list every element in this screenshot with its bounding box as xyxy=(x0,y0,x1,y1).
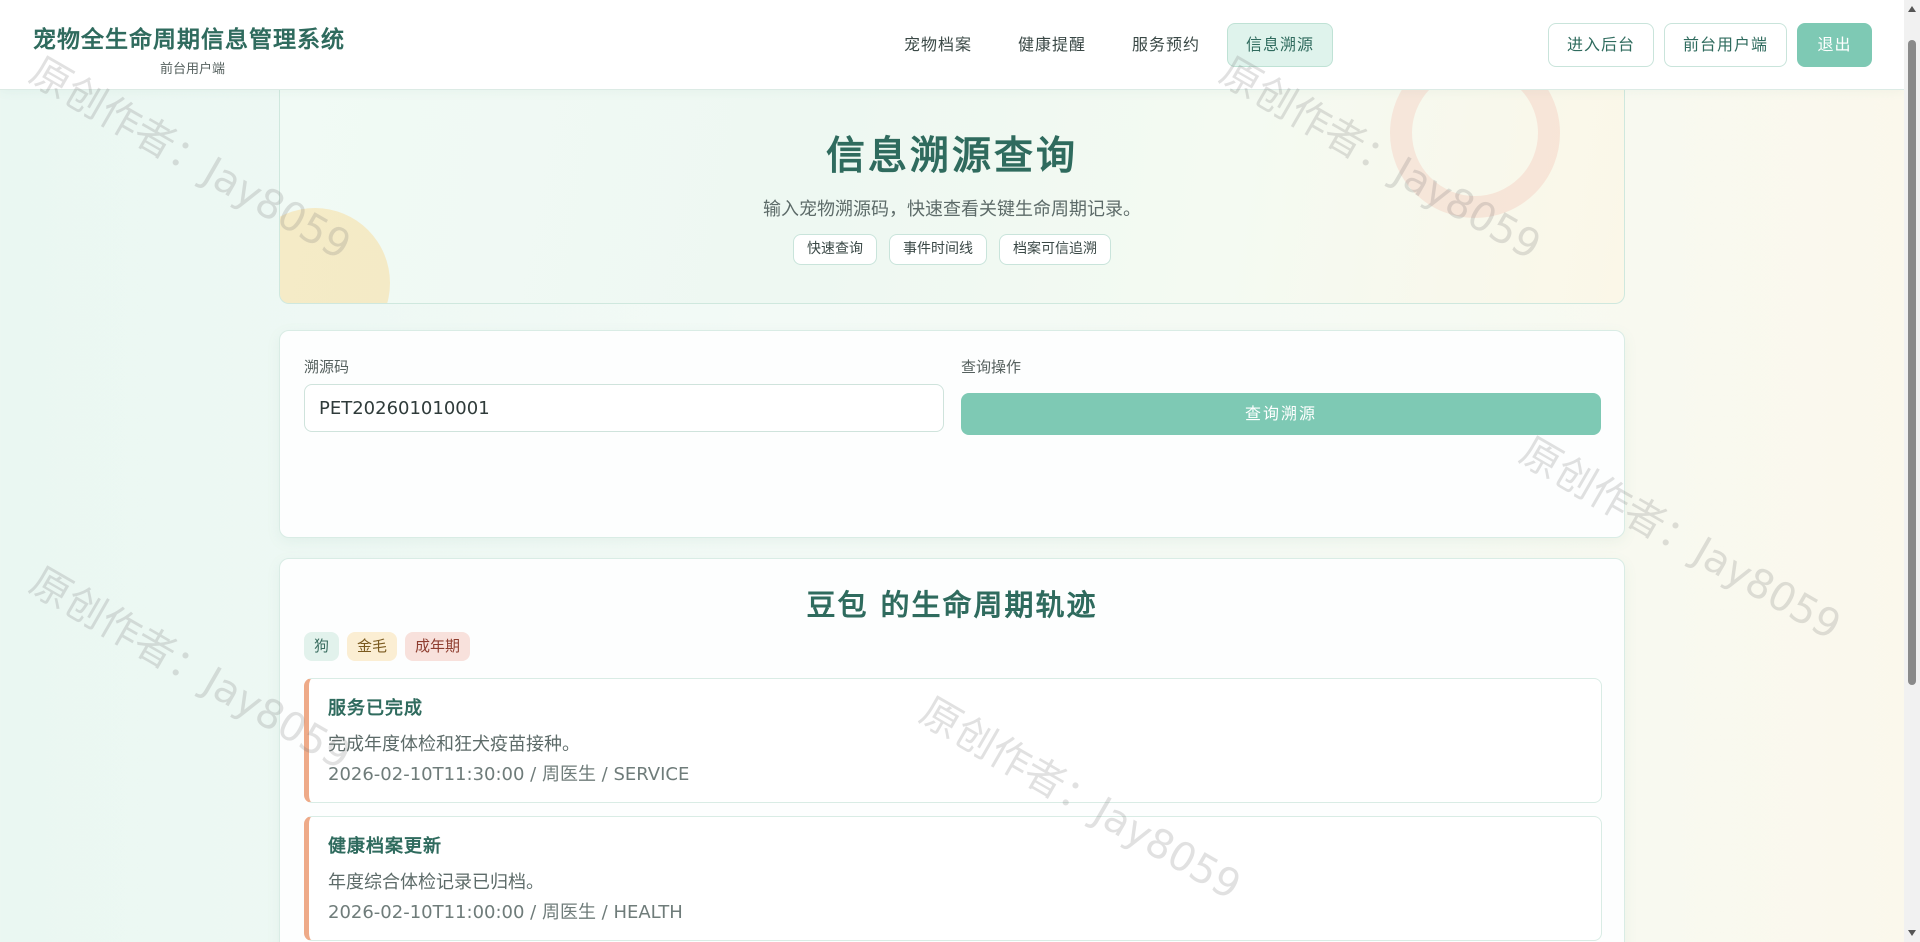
tag-life-stage: 成年期 xyxy=(405,632,471,661)
scroll-down-icon[interactable] xyxy=(1908,930,1916,936)
top-bar: 宠物全生命周期信息管理系统 前台用户端 宠物档案 健康提醒 服务预约 信息溯源 … xyxy=(0,0,1904,90)
tag-breed: 金毛 xyxy=(347,632,398,661)
query-action-label: 查询操作 xyxy=(961,358,1022,376)
timeline-event: 健康档案更新 年度综合体检记录已归档。 2026-02-10T11:00:00 … xyxy=(304,816,1602,941)
event-description: 年度综合体检记录已归档。 xyxy=(328,872,544,893)
brand[interactable]: 宠物全生命周期信息管理系统 前台用户端 xyxy=(33,20,345,77)
event-meta: 2026-02-10T11:30:00 / 周医生 / SERVICE xyxy=(328,764,690,785)
query-trace-button[interactable]: 查询溯源 xyxy=(961,393,1601,435)
front-user-button[interactable]: 前台用户端 xyxy=(1663,23,1787,67)
query-card: 溯源码 查询操作 查询溯源 xyxy=(279,330,1625,538)
nav-health-reminders[interactable]: 健康提醒 xyxy=(999,23,1105,67)
app-subtitle: 前台用户端 xyxy=(160,62,226,77)
hero-banner: 信息溯源查询 输入宠物溯源码，快速查看关键生命周期记录。 快速查询 事件时间线 … xyxy=(279,88,1625,304)
app-title: 宠物全生命周期信息管理系统 xyxy=(33,26,345,53)
timeline-event: 服务已完成 完成年度体检和狂犬疫苗接种。 2026-02-10T11:30:00… xyxy=(304,678,1602,803)
timeline-card: 豆包 的生命周期轨迹 狗 金毛 成年期 服务已完成 完成年度体检和狂犬疫苗接种。… xyxy=(279,558,1625,942)
event-description: 完成年度体检和狂犬疫苗接种。 xyxy=(328,734,580,755)
pet-tags: 狗 金毛 成年期 xyxy=(304,632,471,661)
page-scrollbar[interactable] xyxy=(1904,0,1920,942)
trace-code-input[interactable] xyxy=(304,384,944,432)
page-subtitle: 输入宠物溯源码，快速查看关键生命周期记录。 xyxy=(763,199,1141,220)
nav-traceability[interactable]: 信息溯源 xyxy=(1227,23,1334,67)
main-nav: 宠物档案 健康提醒 服务预约 信息溯源 xyxy=(885,23,1334,67)
chip-event-timeline: 事件时间线 xyxy=(889,234,987,265)
header-actions: 进入后台 前台用户端 退出 xyxy=(1547,23,1872,67)
timeline-title: 豆包 的生命周期轨迹 xyxy=(806,588,1098,622)
chip-quick-query: 快速查询 xyxy=(793,234,877,265)
feature-chips: 快速查询 事件时间线 档案可信追溯 xyxy=(280,234,1624,265)
tag-species: 狗 xyxy=(304,632,340,661)
event-meta: 2026-02-10T11:00:00 / 周医生 / HEALTH xyxy=(328,902,683,923)
event-title: 服务已完成 xyxy=(328,698,423,719)
page-title: 信息溯源查询 xyxy=(825,133,1078,179)
event-title: 健康档案更新 xyxy=(328,836,442,857)
nav-service-booking[interactable]: 服务预约 xyxy=(1113,23,1219,67)
scrollbar-thumb[interactable] xyxy=(1908,40,1916,685)
nav-pet-records[interactable]: 宠物档案 xyxy=(885,23,991,67)
enter-admin-button[interactable]: 进入后台 xyxy=(1547,23,1654,67)
trace-code-label: 溯源码 xyxy=(304,358,350,376)
scroll-up-icon[interactable] xyxy=(1908,6,1916,12)
chip-trusted-trace: 档案可信追溯 xyxy=(999,234,1111,265)
logout-button[interactable]: 退出 xyxy=(1797,23,1872,67)
